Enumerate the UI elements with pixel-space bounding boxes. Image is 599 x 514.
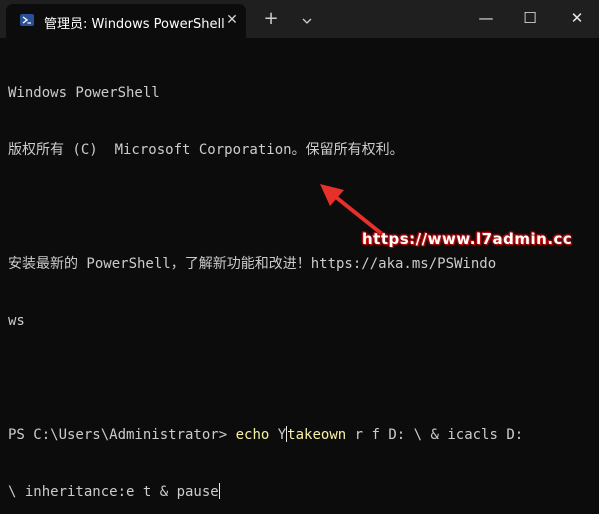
watermark: https://www.l7admin.cc (362, 230, 573, 248)
output-line: Windows PowerShell (8, 85, 160, 101)
prompt-arrow: > (218, 427, 228, 443)
command-line-continued[interactable]: \ inheritance:e t & pause (8, 483, 594, 502)
tab-title: 管理员: Windows PowerShell (44, 17, 225, 32)
terminal-output[interactable]: Windows PowerShell 版权所有 (C) Microsoft Co… (8, 46, 594, 500)
command-text: Y (269, 427, 287, 443)
chevron-down-icon[interactable] (301, 12, 313, 24)
minimize-button[interactable]: — (476, 8, 496, 28)
close-button[interactable]: ✕ (567, 8, 587, 28)
terminal-window: 管理员: Windows PowerShell ✕ + — ☐ ✕ Window… (0, 0, 599, 500)
new-tab-button[interactable]: + (262, 10, 280, 28)
tab-powershell[interactable]: 管理员: Windows PowerShell ✕ (6, 4, 246, 38)
command-keyword: echo (235, 427, 270, 443)
command-text: \ inheritance:e t & pause (8, 484, 219, 500)
title-bar: 管理员: Windows PowerShell ✕ + — ☐ ✕ (0, 0, 599, 38)
tab-close-icon[interactable]: ✕ (224, 12, 240, 28)
output-line: 安装最新的 PowerShell，了解新功能和改进！https://aka.ms… (8, 256, 497, 272)
command-keyword: takeown (287, 427, 347, 443)
powershell-icon (20, 14, 34, 26)
prompt-path: PS C:\Users\Administrator (8, 427, 219, 443)
maximize-button[interactable]: ☐ (520, 8, 540, 28)
input-cursor (218, 483, 220, 499)
command-text: r f D: \ & icacls D: (346, 427, 524, 443)
output-line: ws (8, 313, 25, 329)
output-line: 版权所有 (C) Microsoft Corporation。保留所有权利。 (8, 142, 404, 158)
command-line[interactable]: PS C:\Users\Administrator> echo Ytakeown… (8, 426, 594, 445)
